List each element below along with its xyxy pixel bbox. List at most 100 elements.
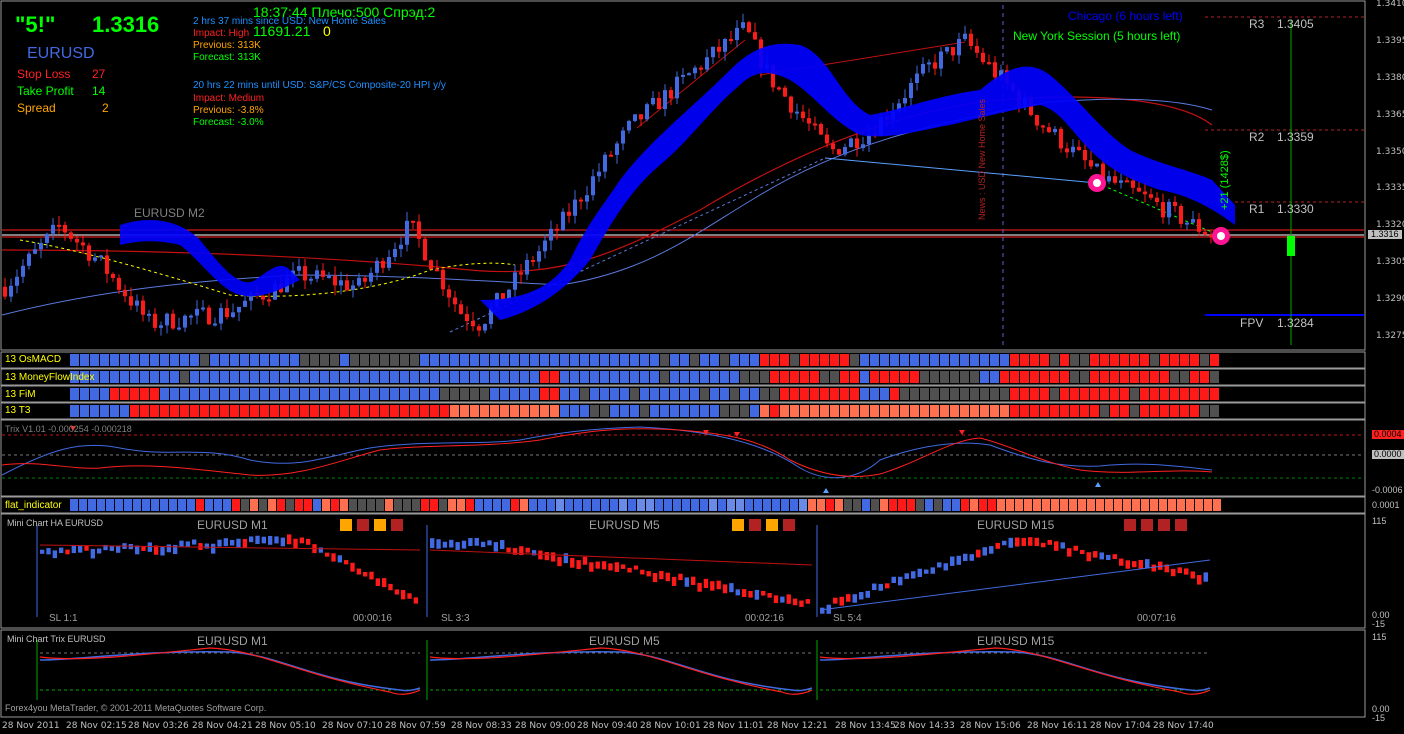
news-1-impact: Impact: High xyxy=(193,28,250,39)
strip-cell xyxy=(80,354,89,366)
strip-cell xyxy=(1060,405,1069,417)
mini-ha-candle xyxy=(865,590,870,598)
mini-ha-candle xyxy=(204,543,209,549)
strip-cell xyxy=(860,388,869,400)
strip-cell xyxy=(270,354,279,366)
mini-ha-candle xyxy=(1002,540,1007,546)
strip-cell xyxy=(630,371,639,383)
strip-cell xyxy=(1080,354,1089,366)
pips-profit-label: +21 (1428$) xyxy=(1219,150,1231,210)
candle-body xyxy=(171,313,175,329)
mini-ha-candle xyxy=(179,540,184,547)
strip-cell xyxy=(980,354,989,366)
candle-body xyxy=(921,63,925,74)
candle-body xyxy=(1125,180,1129,183)
flat-cell xyxy=(403,499,411,511)
strip-cell xyxy=(190,354,199,366)
trix-panel xyxy=(1,426,1364,493)
flat-cell xyxy=(1015,499,1023,511)
mini-ha-candle xyxy=(1028,537,1033,546)
strip-cell xyxy=(570,405,579,417)
strip-cell xyxy=(980,388,989,400)
strip-cell xyxy=(1070,371,1079,383)
mini-ha-m15-timer: 00:07:16 xyxy=(1137,613,1176,624)
strip-cell xyxy=(640,405,649,417)
pivot-fpv-value: 1.3284 xyxy=(1277,316,1314,330)
mini-ha-candle xyxy=(480,541,486,548)
price-axis-tick: 1.3365 xyxy=(1376,109,1404,120)
strip-cell xyxy=(970,405,979,417)
strip-cell xyxy=(280,405,289,417)
candle-body xyxy=(543,240,547,252)
strip-cell xyxy=(400,354,409,366)
strip-cell xyxy=(180,388,189,400)
mini-ha-candle xyxy=(90,548,95,559)
trix-blue-line xyxy=(1,426,1213,479)
candle-body xyxy=(1083,149,1087,161)
strip-cell xyxy=(900,371,909,383)
strip-cell xyxy=(600,354,609,366)
mini-ha-candle xyxy=(287,534,292,545)
strip-cell xyxy=(150,354,159,366)
strip-cell xyxy=(180,354,189,366)
flat-cell xyxy=(304,499,312,511)
strip-t3-label: 13 T3 xyxy=(5,405,31,416)
strip-cell xyxy=(970,388,979,400)
candle-body xyxy=(435,269,439,272)
strip-cell xyxy=(670,405,679,417)
mini-ha-candle xyxy=(852,594,857,603)
mini-ha-candle xyxy=(506,547,511,553)
strip-cell xyxy=(160,405,169,417)
price-axis-tick: 1.3410 xyxy=(1376,0,1404,9)
strip-cell xyxy=(1070,354,1079,366)
news-1-previous: Previous: 313K xyxy=(193,40,261,51)
candle-body xyxy=(927,62,931,65)
mini-ha-candle xyxy=(633,565,639,570)
strip-cell xyxy=(70,405,79,417)
candle-body xyxy=(351,285,355,291)
strip-cell xyxy=(490,354,499,366)
strip-cell xyxy=(340,371,349,383)
candle-body xyxy=(225,308,229,318)
strip-cell xyxy=(1150,354,1159,366)
candle-body xyxy=(399,244,403,249)
strip-cell xyxy=(210,388,219,400)
mini-ha-candle xyxy=(1086,552,1091,562)
mini-ha-candle xyxy=(1060,542,1065,549)
strip-cell xyxy=(450,405,459,417)
mini-ha-candle xyxy=(293,538,298,549)
time-axis-tick: 28 Nov 12:21 xyxy=(767,721,828,731)
strip-cell xyxy=(90,405,99,417)
strip-cell xyxy=(630,388,639,400)
strip-cell xyxy=(180,371,189,383)
strip-cell xyxy=(430,405,439,417)
strip-cell xyxy=(1100,371,1109,383)
strip-cell xyxy=(940,371,949,383)
trend-blue xyxy=(824,157,1098,184)
strip-cell xyxy=(780,371,789,383)
strip-cell xyxy=(1190,371,1199,383)
mini-ha-candle xyxy=(442,541,448,548)
mini-ha-candle xyxy=(722,584,728,594)
candle-body xyxy=(1065,148,1069,153)
strip-cell xyxy=(510,371,519,383)
strip-cell xyxy=(420,405,429,417)
flat-cell xyxy=(223,499,231,511)
mini-ha-candle xyxy=(550,552,556,562)
candle-body xyxy=(483,324,487,331)
strip-cell xyxy=(840,405,849,417)
strip-cell xyxy=(1200,388,1209,400)
candle-body xyxy=(513,272,517,290)
strip-cell xyxy=(90,388,99,400)
strip-cell xyxy=(1110,405,1119,417)
flat-cell xyxy=(88,499,96,511)
trading-terminal: "5!" 1.3316 EURUSD Stop Loss 27 Take Pro… xyxy=(0,0,1404,734)
candle-body xyxy=(375,260,379,273)
strip-cell xyxy=(680,354,689,366)
flat-cell xyxy=(1132,499,1140,511)
strip-cell xyxy=(500,405,509,417)
strip-cell xyxy=(260,405,269,417)
stop-loss-value: 27 xyxy=(92,67,106,81)
chicago-session: Chicago (6 hours left) xyxy=(1068,9,1183,23)
candle-body xyxy=(1053,128,1057,133)
